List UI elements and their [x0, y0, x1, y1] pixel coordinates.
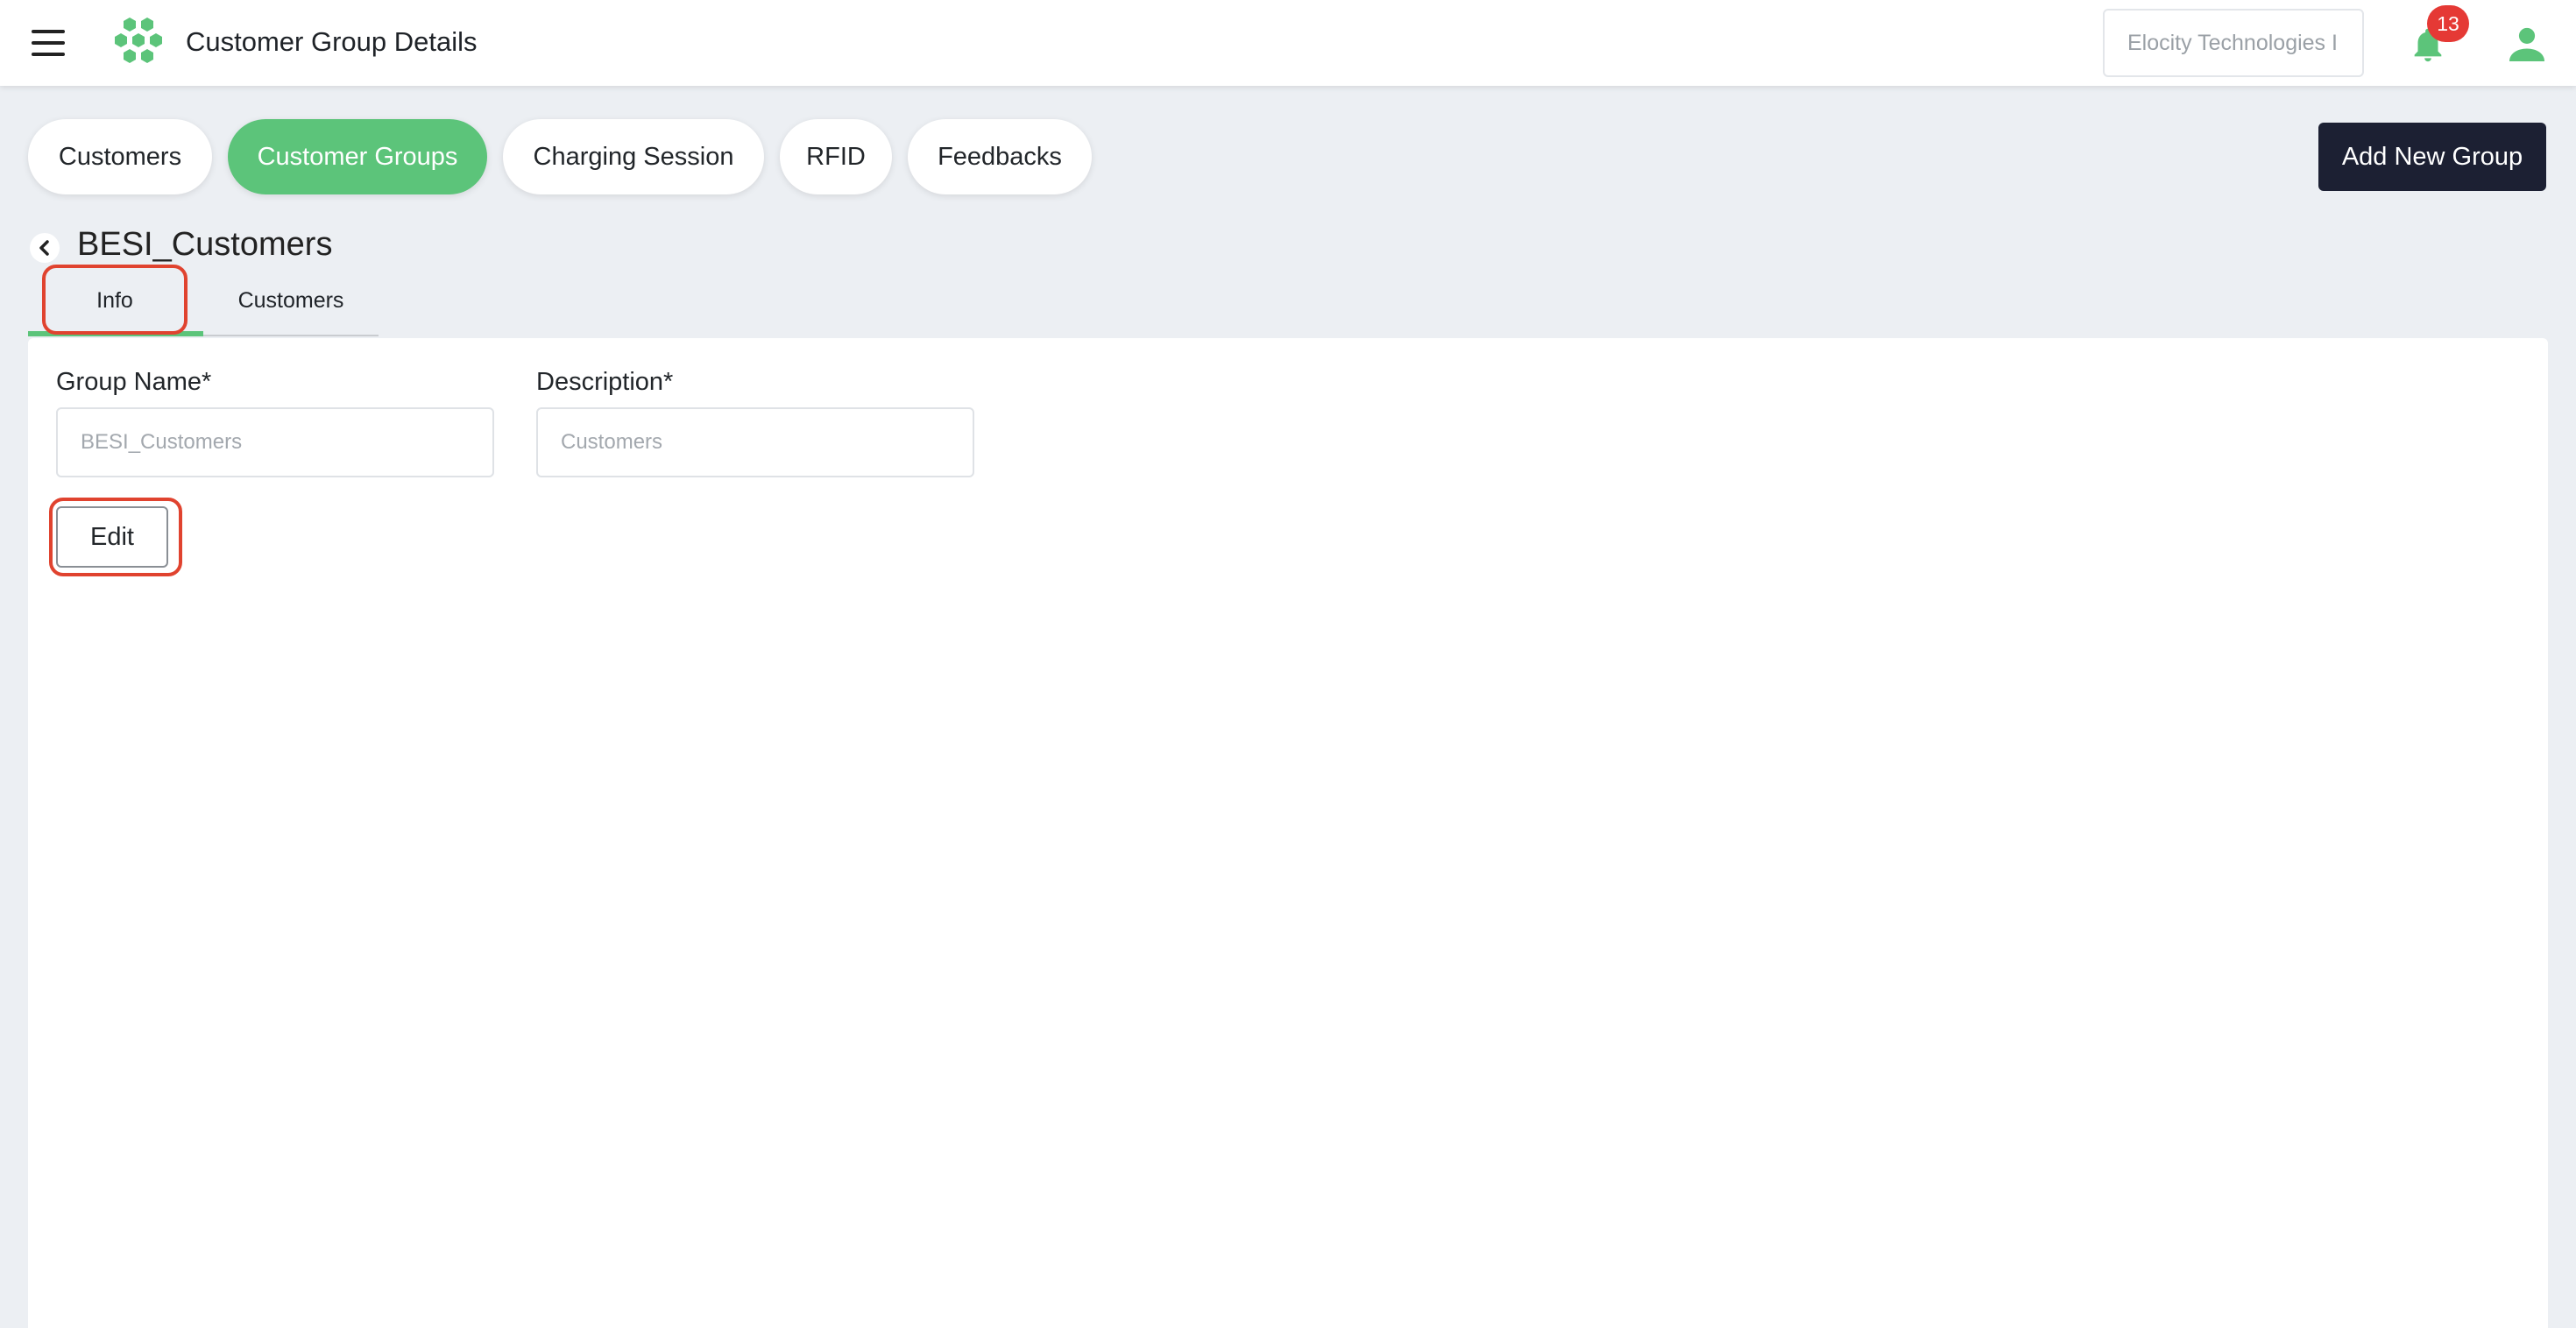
tab-feedbacks[interactable]: Feedbacks [908, 119, 1092, 194]
organization-selector[interactable]: Elocity Technologies I [2103, 9, 2364, 77]
edit-button-highlight [49, 498, 182, 576]
notification-count-badge: 13 [2427, 5, 2469, 42]
user-icon[interactable] [2508, 26, 2546, 61]
add-new-group-button[interactable]: Add New Group [2318, 123, 2546, 191]
description-field[interactable] [536, 407, 974, 477]
tab-customer-groups[interactable]: Customer Groups [228, 119, 487, 194]
hamburger-menu-icon[interactable] [32, 30, 65, 56]
hexagon-cluster-logo [115, 18, 162, 63]
page-title: Customer Group Details [186, 26, 478, 57]
info-panel [28, 338, 2548, 1328]
tab-rfid[interactable]: RFID [780, 119, 892, 194]
back-button[interactable] [30, 233, 60, 263]
chevron-left-icon [39, 240, 49, 256]
tab-customers[interactable]: Customers [28, 119, 212, 194]
tab-charging-session[interactable]: Charging Session [503, 119, 764, 194]
group-name-heading: BESI_Customers [77, 226, 333, 263]
top-app-bar: Customer Group Details Elocity Technolog… [0, 0, 2576, 86]
description-label: Description* [536, 368, 674, 396]
group-name-label: Group Name* [56, 368, 212, 396]
group-name-field[interactable] [56, 407, 494, 477]
subtab-customers[interactable]: Customers [203, 268, 379, 336]
info-tab-highlight [42, 265, 188, 335]
